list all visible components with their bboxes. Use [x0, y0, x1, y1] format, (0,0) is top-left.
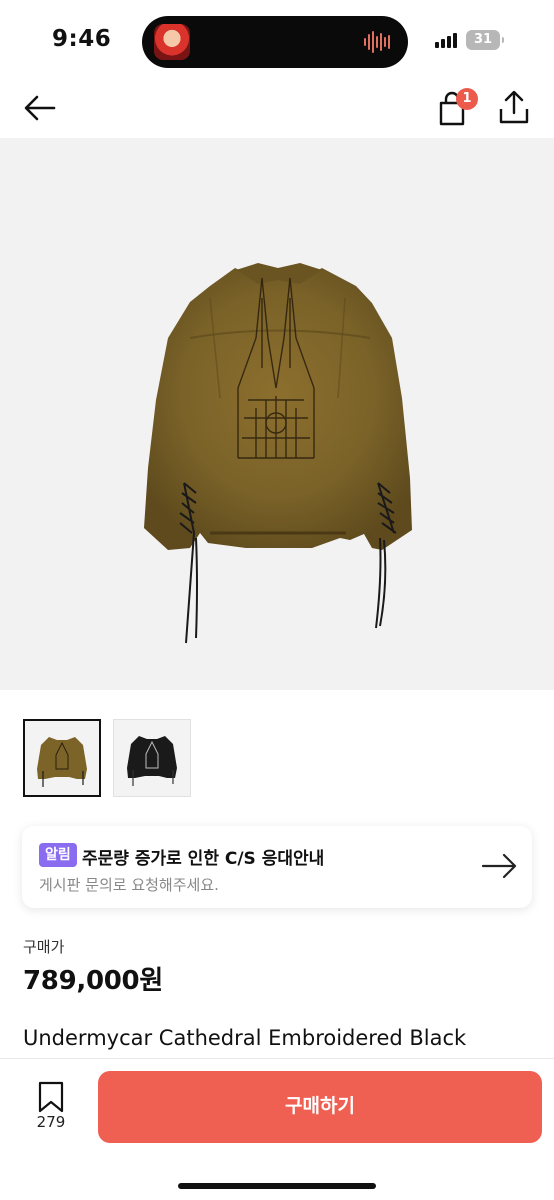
back-button[interactable] — [20, 88, 60, 128]
price-label: 구매가 — [23, 938, 65, 956]
notice-tag: 알림 — [39, 843, 77, 867]
cart-button[interactable]: 1 — [434, 86, 478, 130]
cs-notice-card[interactable]: 알림 주문량 증가로 인한 C/S 응대안내 게시판 문의로 요청해주세요. — [22, 826, 532, 908]
home-indicator[interactable] — [178, 1183, 376, 1189]
product-hero-image[interactable] — [0, 138, 554, 690]
notice-title: 주문량 증가로 인한 C/S 응대안내 — [82, 849, 325, 869]
now-playing-artwork — [154, 24, 190, 60]
buy-button[interactable]: 구매하기 — [98, 1071, 542, 1143]
battery-level: 31 — [473, 32, 493, 47]
share-button[interactable] — [494, 88, 534, 128]
cart-count-badge: 1 — [456, 88, 478, 110]
bottom-action-bar: 279 구매하기 — [0, 1058, 554, 1200]
dynamic-island[interactable] — [142, 16, 408, 68]
thumbnail-image-1 — [37, 737, 87, 787]
product-title: Undermycar Cathedral Embroidered Black — [23, 1026, 467, 1050]
arrow-left-icon — [24, 95, 56, 121]
notice-subtitle: 게시판 문의로 요청해주세요. — [39, 876, 219, 894]
thumbnail-2[interactable] — [113, 719, 191, 797]
thumbnail-image-2 — [127, 736, 177, 786]
audio-waveform-icon — [364, 30, 394, 54]
top-nav: 1 — [0, 80, 554, 136]
save-button[interactable]: 279 — [28, 1081, 74, 1137]
thumbnail-strip — [23, 719, 191, 797]
status-time: 9:46 — [52, 26, 112, 52]
price-value: 789,000원 — [23, 966, 163, 996]
bookmark-icon — [38, 1081, 64, 1113]
thumbnail-1[interactable] — [23, 719, 101, 797]
status-bar: 9:46 31 — [0, 0, 554, 80]
save-count: 279 — [36, 1113, 66, 1131]
share-upload-icon — [499, 90, 529, 124]
arrow-right-icon — [481, 853, 517, 879]
battery-icon: 31 — [466, 30, 504, 50]
cellular-signal-icon — [435, 33, 457, 48]
jacket-illustration — [144, 263, 412, 644]
